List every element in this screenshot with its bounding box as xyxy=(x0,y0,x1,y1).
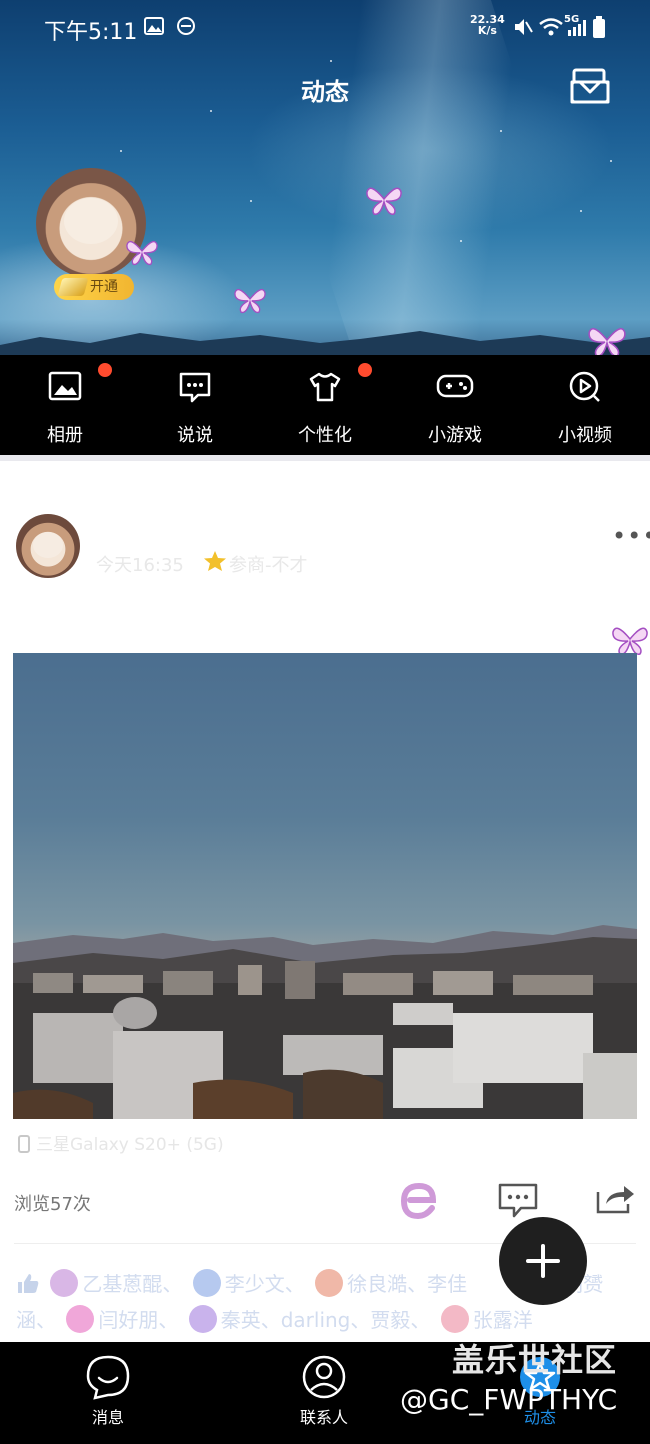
phone-icon xyxy=(18,1135,30,1153)
battery-icon xyxy=(593,16,605,38)
vip-open-badge[interactable]: 开通 xyxy=(54,274,134,300)
status-bar: 下午5:11 22.34 K/s 5G xyxy=(0,0,650,54)
city-sunset-scene xyxy=(13,925,637,1119)
post-status-text: 参商-不才 xyxy=(229,555,308,576)
tshirt-icon xyxy=(309,372,341,402)
gamepad-icon xyxy=(436,374,474,398)
speech-bubble-icon xyxy=(179,372,211,403)
liker-name[interactable]: 乙基蒽醌、 xyxy=(82,1272,182,1296)
notification-dot xyxy=(358,363,372,377)
mute-icon xyxy=(515,19,533,35)
quick-menu-label: 小游戏 xyxy=(428,425,482,446)
likers-line: 涵、 闫好朋、 秦英、darling、贾毅、 张露洋 xyxy=(16,1302,636,1338)
section-divider xyxy=(0,455,650,461)
quick-menu-shuoshuo[interactable]: 说说 xyxy=(130,355,260,455)
liker-name[interactable]: 闫好朋、 xyxy=(98,1308,178,1332)
do-not-disturb-icon xyxy=(177,17,195,35)
mailbox-icon[interactable] xyxy=(570,68,612,106)
liker-avatar[interactable] xyxy=(66,1305,95,1333)
star-icon xyxy=(204,551,226,571)
device-name: 三星Galaxy S20+ (5G) xyxy=(36,1135,224,1155)
network-speed: 22.34 K/s xyxy=(470,13,505,37)
watermark-community: 盖乐世社区 xyxy=(452,1341,618,1379)
post-author-avatar[interactable] xyxy=(16,514,80,578)
butterfly-decoration-icon xyxy=(588,327,626,357)
liker-name[interactable]: 秦英、darling、贾毅、 xyxy=(221,1308,431,1332)
page-title: 动态 xyxy=(301,78,349,106)
liker-name[interactable]: 张露洋 xyxy=(473,1308,533,1332)
gallery-notification-icon xyxy=(144,17,164,35)
butterfly-decoration-icon xyxy=(126,240,158,266)
liker-name[interactable]: 李佳 xyxy=(427,1272,467,1296)
contacts-icon xyxy=(302,1355,346,1399)
liker-name[interactable]: 徐良澔、 xyxy=(347,1272,427,1296)
mountain-silhouette xyxy=(0,331,650,355)
quick-menu-shortvideo[interactable]: 小视频 xyxy=(520,355,650,455)
liker-name[interactable]: 涵、 xyxy=(16,1308,56,1332)
avatar-bear-face xyxy=(64,198,118,244)
watermark-handle: @GC_FWPTHYC xyxy=(400,1383,618,1416)
post-photo[interactable] xyxy=(13,653,637,1119)
video-play-icon xyxy=(569,371,600,402)
more-options-icon[interactable]: ••• xyxy=(612,522,650,550)
notification-dot xyxy=(98,363,112,377)
liker-name[interactable]: 李少文、 xyxy=(225,1272,305,1296)
liker-avatar[interactable] xyxy=(192,1269,221,1297)
quick-menu-album[interactable]: 相册 xyxy=(0,355,130,455)
nav-label: 消息 xyxy=(91,1408,124,1427)
liker-avatar[interactable] xyxy=(315,1269,344,1297)
avatar-bear-face xyxy=(33,532,63,558)
quick-menu-label: 说说 xyxy=(177,425,213,446)
thumbs-up-icon xyxy=(18,1274,39,1293)
comment-icon[interactable] xyxy=(497,1182,539,1220)
wifi-icon xyxy=(539,18,563,36)
plus-icon xyxy=(526,1244,560,1278)
device-info: 三星Galaxy S20+ (5G) xyxy=(18,1130,224,1155)
photo-album-icon xyxy=(48,371,82,401)
message-icon xyxy=(86,1355,130,1400)
quick-menu-label: 小视频 xyxy=(558,425,612,446)
share-icon[interactable] xyxy=(594,1180,636,1216)
status-time: 下午5:11 xyxy=(44,20,138,45)
quick-menu-personalize[interactable]: 个性化 xyxy=(260,355,390,455)
view-count: 浏览57次 xyxy=(14,1194,91,1215)
vip-badge-label: 开通 xyxy=(90,279,118,295)
butterfly-decoration-icon xyxy=(234,288,266,314)
quick-menu-label: 个性化 xyxy=(298,425,352,446)
nav-tab-messages[interactable]: 消息 xyxy=(0,1342,216,1444)
liker-avatar[interactable] xyxy=(50,1269,79,1297)
liker-avatar[interactable] xyxy=(188,1305,217,1333)
post-timestamp: 今天16:35 xyxy=(96,555,184,576)
quick-menu-label: 相册 xyxy=(47,425,83,446)
quick-menu: 相册 说说 个性化 小游戏 小视频 xyxy=(0,355,650,455)
liker-avatar[interactable] xyxy=(440,1305,469,1333)
quick-menu-minigame[interactable]: 小游戏 xyxy=(390,355,520,455)
cell-signal-icon xyxy=(568,20,586,36)
butterfly-decoration-icon xyxy=(366,187,402,215)
like-e-icon[interactable] xyxy=(398,1180,440,1220)
vip-crown-icon xyxy=(57,278,89,296)
compose-fab-button[interactable] xyxy=(499,1217,587,1305)
